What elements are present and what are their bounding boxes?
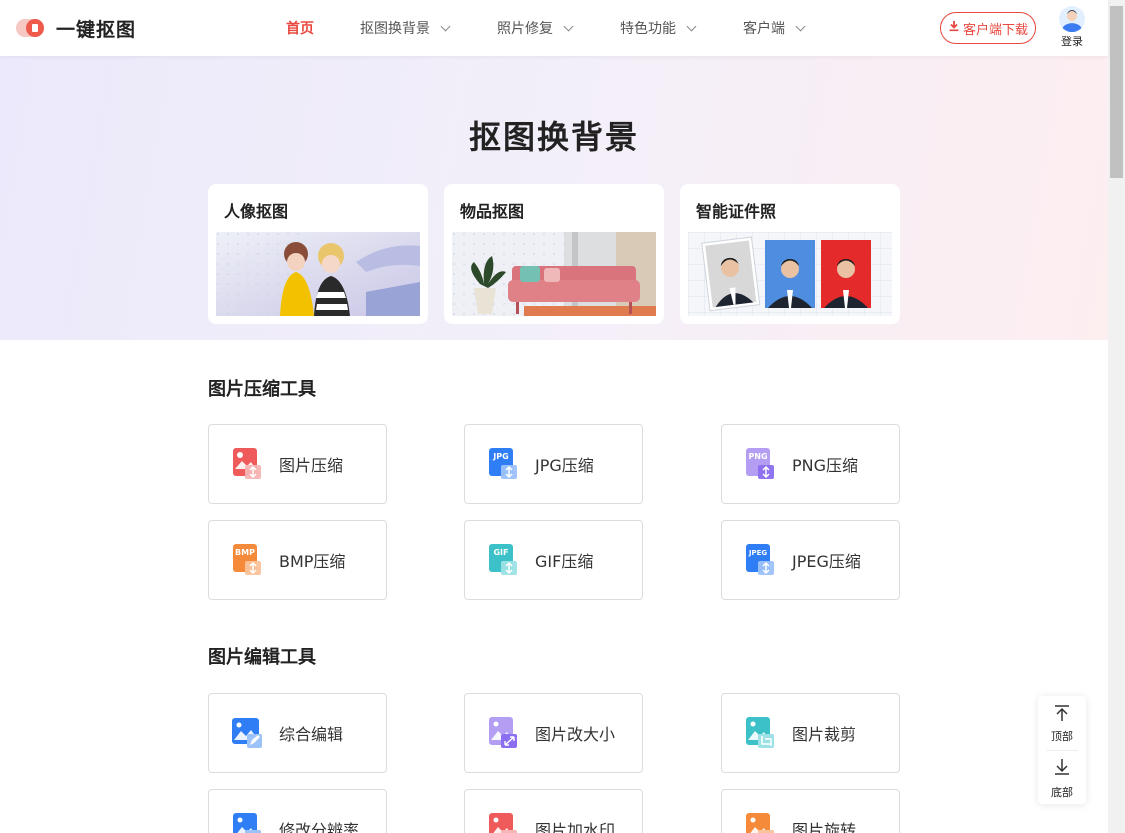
download-icon [948, 20, 960, 36]
tool-change-resolution[interactable]: 修改分辨率 [208, 789, 387, 833]
tool-label: 图片改大小 [535, 725, 616, 744]
tool-image-compress[interactable]: 图片压缩 [208, 424, 387, 504]
nav-item-cutout-background[interactable]: 抠图换背景 [360, 18, 451, 38]
nav-label: 特色功能 [620, 21, 676, 37]
tool-png-compress[interactable]: PNG PNG压缩 [721, 424, 900, 504]
svg-text:JPEG: JPEG [748, 549, 768, 557]
card-title: 物品抠图 [460, 202, 525, 221]
svg-text:BMP: BMP [235, 548, 255, 557]
avatar-icon [1059, 6, 1085, 33]
login-label: 登录 [1061, 35, 1083, 48]
svg-text:PNG: PNG [748, 452, 767, 461]
chevron-down-icon [686, 21, 697, 31]
tool-label: PNG压缩 [792, 456, 859, 475]
card-smart-id-photo[interactable]: 智能证件照 [680, 184, 900, 324]
page-scrollbar[interactable] [1108, 0, 1125, 833]
image-compress-icon [233, 448, 261, 479]
login-button[interactable]: 登录 [1056, 6, 1088, 49]
tool-add-watermark[interactable]: 图片加水印 [464, 789, 643, 833]
tool-resize-image[interactable]: 图片改大小 [464, 693, 643, 773]
tool-label: BMP压缩 [279, 552, 346, 571]
png-compress-icon: PNG [746, 448, 774, 479]
jpeg-compress-icon: JPEG [746, 544, 774, 575]
chevron-down-icon [563, 21, 574, 31]
card-object-cutout[interactable]: 物品抠图 [444, 184, 664, 324]
tool-label: JPEG压缩 [792, 552, 861, 571]
site-logo[interactable]: 一键抠图 [16, 14, 136, 42]
tool-label: 图片加水印 [535, 821, 616, 833]
chevron-down-icon [795, 21, 806, 31]
scroll-top-label: 顶部 [1051, 730, 1073, 743]
hero-banner: 抠图换背景 人像抠图 物品抠图 智能证件照 [0, 56, 1108, 340]
card-title: 人像抠图 [224, 202, 289, 221]
svg-text:JPG: JPG [492, 452, 508, 461]
nav-label: 抠图换背景 [360, 21, 430, 37]
tool-label: 修改分辨率 [279, 821, 360, 833]
top-header: 一键抠图 首页 抠图换背景 照片修复 特色功能 客户端 客户端下载 登录 [0, 0, 1108, 56]
crop-image-icon [746, 717, 774, 748]
portrait-cutout-image [216, 232, 420, 316]
scroll-bottom-label: 底部 [1051, 786, 1073, 799]
tool-label: GIF压缩 [535, 552, 594, 571]
id-photo-image [688, 232, 892, 316]
card-portrait-cutout[interactable]: 人像抠图 [208, 184, 428, 324]
download-label: 客户端下载 [962, 22, 1028, 38]
tool-rotate-image[interactable]: 图片旋转 [721, 789, 900, 833]
tool-label: 综合编辑 [279, 725, 344, 744]
arrow-up-icon [1055, 705, 1069, 721]
tool-bmp-compress[interactable]: BMP BMP压缩 [208, 520, 387, 600]
client-download-button[interactable]: 客户端下载 [940, 12, 1036, 44]
nav-item-home[interactable]: 首页 [286, 18, 314, 38]
tool-label: 图片旋转 [792, 821, 857, 833]
nav-item-client[interactable]: 客户端 [743, 18, 806, 38]
nav-label: 首页 [286, 21, 314, 37]
hero-title: 抠图换背景 [468, 118, 639, 156]
nav-label: 照片修复 [497, 21, 553, 37]
bmp-compress-icon: BMP [233, 544, 261, 575]
resize-image-icon [489, 717, 517, 748]
arrow-down-icon [1055, 759, 1069, 775]
tool-crop-image[interactable]: 图片裁剪 [721, 693, 900, 773]
change-resolution-icon [233, 813, 261, 833]
tool-jpeg-compress[interactable]: JPEG JPEG压缩 [721, 520, 900, 600]
scrollbar-thumb[interactable] [1110, 6, 1123, 178]
comprehensive-edit-icon [232, 718, 262, 748]
divider [1046, 750, 1078, 751]
scroll-to-bottom-button[interactable]: 底部 [1038, 752, 1086, 806]
tool-label: 图片裁剪 [792, 725, 857, 744]
scroll-to-top-button[interactable]: 顶部 [1038, 696, 1086, 750]
tool-jpg-compress[interactable]: JPG JPG压缩 [464, 424, 643, 504]
object-cutout-image [452, 232, 656, 316]
tool-label: 图片压缩 [279, 456, 344, 475]
chevron-down-icon [440, 21, 451, 31]
tool-comprehensive-edit[interactable]: 综合编辑 [208, 693, 387, 773]
nav-item-features[interactable]: 特色功能 [620, 18, 697, 38]
add-watermark-icon [489, 813, 517, 833]
logo-icon [16, 14, 46, 42]
nav-item-photo-repair[interactable]: 照片修复 [497, 18, 574, 38]
floating-scroll-panel: 顶部 底部 [1038, 696, 1086, 804]
tool-gif-compress[interactable]: GIF GIF压缩 [464, 520, 643, 600]
jpg-compress-icon: JPG [489, 448, 517, 479]
svg-text:GIF: GIF [493, 548, 508, 557]
tool-label: JPG压缩 [535, 456, 594, 475]
main-nav: 首页 抠图换背景 照片修复 特色功能 客户端 [286, 0, 806, 56]
nav-label: 客户端 [743, 21, 785, 37]
rotate-image-icon [746, 813, 774, 833]
gif-compress-icon: GIF [489, 544, 517, 575]
section-title-compress: 图片压缩工具 [208, 379, 316, 400]
section-title-edit: 图片编辑工具 [208, 647, 316, 668]
logo-text: 一键抠图 [56, 18, 137, 41]
card-title: 智能证件照 [696, 202, 777, 221]
